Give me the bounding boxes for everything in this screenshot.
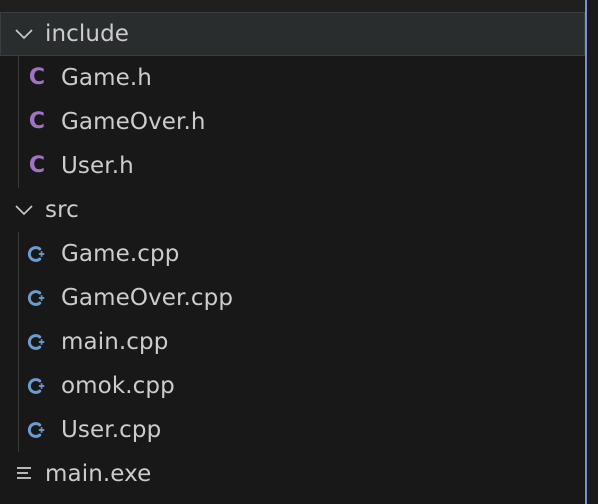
cpp-icon bbox=[26, 285, 48, 311]
folder-label: src bbox=[45, 197, 79, 223]
file-label: Game.h bbox=[61, 65, 152, 91]
folder-label: include bbox=[45, 21, 130, 47]
cpp-icon bbox=[26, 241, 48, 267]
file-item-user-h[interactable]: C User.h bbox=[0, 144, 585, 188]
file-label: Game.cpp bbox=[61, 241, 180, 267]
src-children: Game.cpp GameOver.cpp main.cpp omok.cpp … bbox=[0, 232, 585, 452]
cpp-icon bbox=[26, 417, 48, 443]
chevron-down-icon[interactable] bbox=[12, 22, 36, 46]
file-item-gameover-h[interactable]: C GameOver.h bbox=[0, 100, 585, 144]
folder-src[interactable]: src bbox=[0, 188, 585, 232]
folder-include[interactable]: include bbox=[0, 12, 585, 56]
file-item-user-cpp[interactable]: User.cpp bbox=[0, 408, 585, 452]
cpp-icon bbox=[26, 373, 48, 399]
file-item-game-cpp[interactable]: Game.cpp bbox=[0, 232, 585, 276]
plain-file-icon bbox=[14, 461, 36, 487]
c-header-icon: C bbox=[28, 65, 46, 90]
c-header-icon: C bbox=[28, 109, 46, 134]
explorer-header-strip bbox=[0, 0, 585, 12]
file-item-main-exe[interactable]: main.exe bbox=[0, 452, 585, 496]
file-label: User.h bbox=[61, 153, 134, 179]
c-header-icon: C bbox=[28, 153, 46, 178]
file-label: omok.cpp bbox=[61, 373, 175, 399]
file-label: GameOver.h bbox=[61, 109, 206, 135]
chevron-down-icon[interactable] bbox=[12, 198, 36, 222]
file-label: main.cpp bbox=[61, 329, 169, 355]
scroll-gutter[interactable] bbox=[587, 0, 598, 504]
file-tree: include C Game.h C GameOver.h C User.h s… bbox=[0, 12, 585, 496]
file-item-game-h[interactable]: C Game.h bbox=[0, 56, 585, 100]
file-label: User.cpp bbox=[61, 417, 162, 443]
include-children: C Game.h C GameOver.h C User.h bbox=[0, 56, 585, 188]
cpp-icon bbox=[26, 329, 48, 355]
file-label: GameOver.cpp bbox=[61, 285, 234, 311]
file-explorer: include C Game.h C GameOver.h C User.h s… bbox=[0, 0, 598, 504]
file-label: main.exe bbox=[45, 461, 152, 487]
file-item-omok-cpp[interactable]: omok.cpp bbox=[0, 364, 585, 408]
file-item-gameover-cpp[interactable]: GameOver.cpp bbox=[0, 276, 585, 320]
file-item-main-cpp[interactable]: main.cpp bbox=[0, 320, 585, 364]
